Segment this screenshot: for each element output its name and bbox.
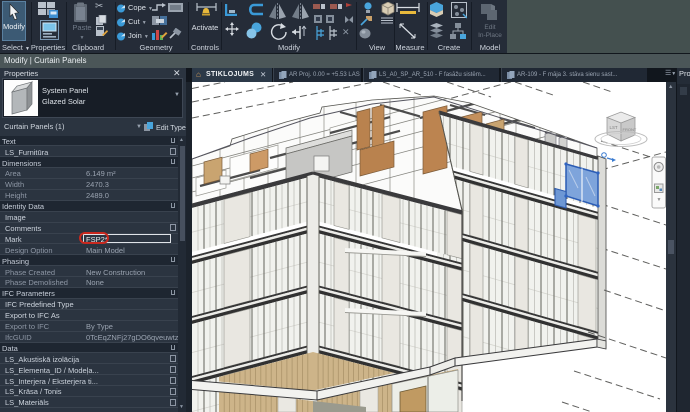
svg-text:LST: LST [610,125,618,130]
svg-text:▼: ▼ [657,197,662,203]
